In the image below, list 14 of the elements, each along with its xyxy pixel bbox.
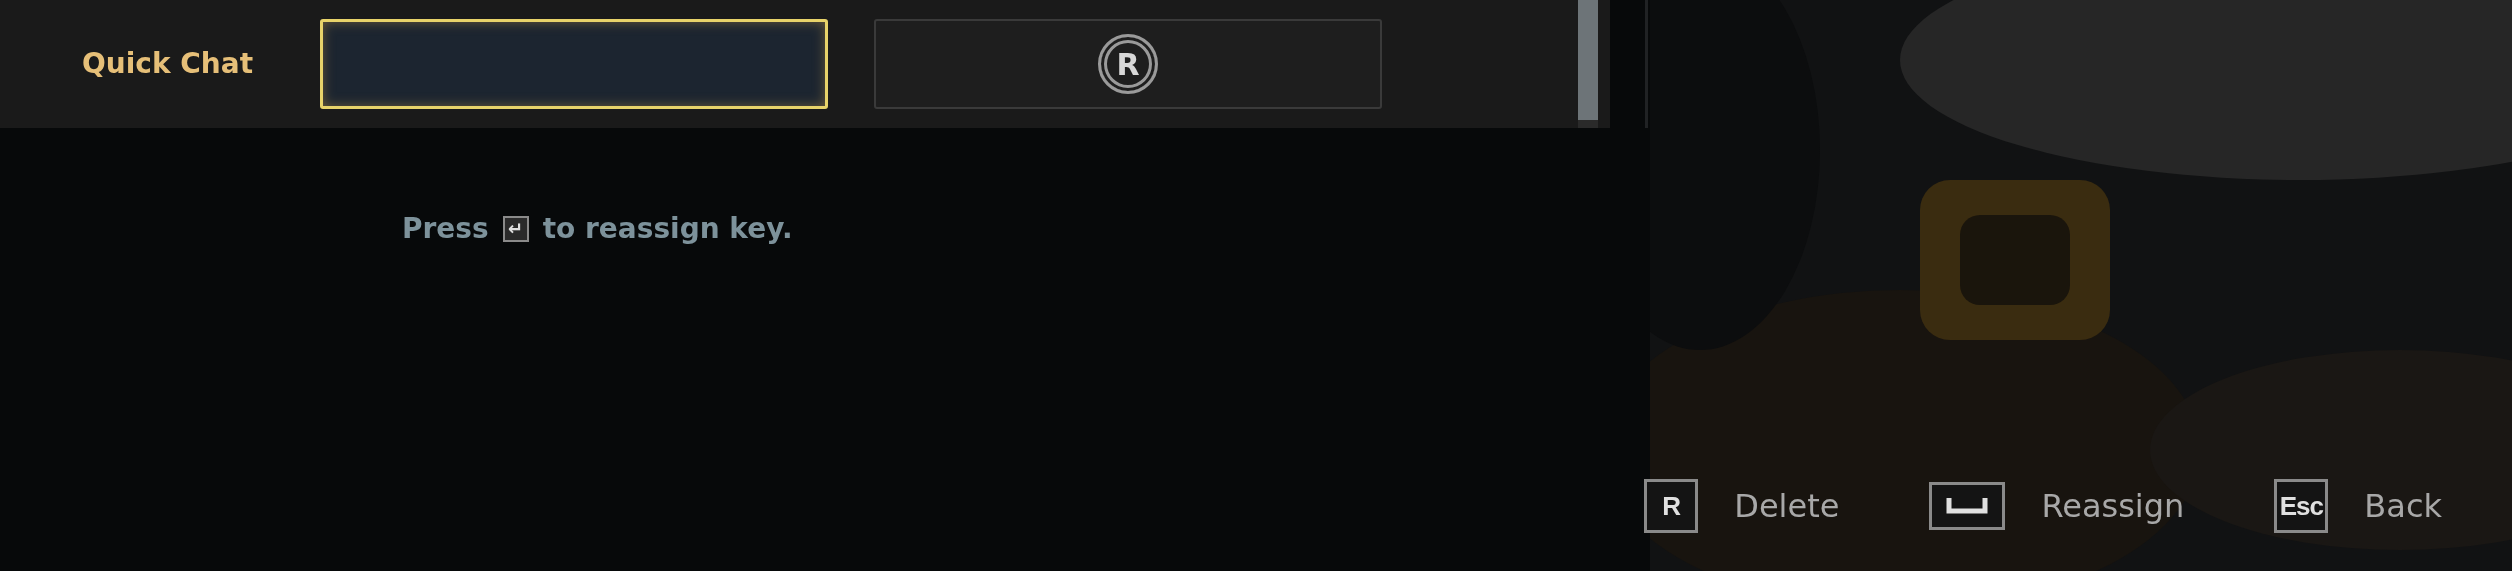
scrollbar-thumb[interactable] xyxy=(1578,0,1598,120)
footer-action[interactable]: Back xyxy=(2364,482,2442,530)
enter-key-icon: ↵ xyxy=(502,216,529,242)
footer-action[interactable]: Delete xyxy=(1734,482,1840,530)
key-slot[interactable]: R xyxy=(874,19,1382,109)
space-key-icon xyxy=(1929,482,2006,530)
key-badge: R xyxy=(1098,34,1158,94)
footer-action[interactable]: Reassign xyxy=(2041,482,2185,530)
key-slot[interactable] xyxy=(320,19,828,109)
hint-text: to reassign key. xyxy=(542,211,793,247)
binding-label: Quick Chat xyxy=(81,46,255,82)
key-icon: Esc xyxy=(2274,479,2329,533)
key-icon: R xyxy=(1644,479,1699,533)
hint-text: Press xyxy=(402,211,489,247)
